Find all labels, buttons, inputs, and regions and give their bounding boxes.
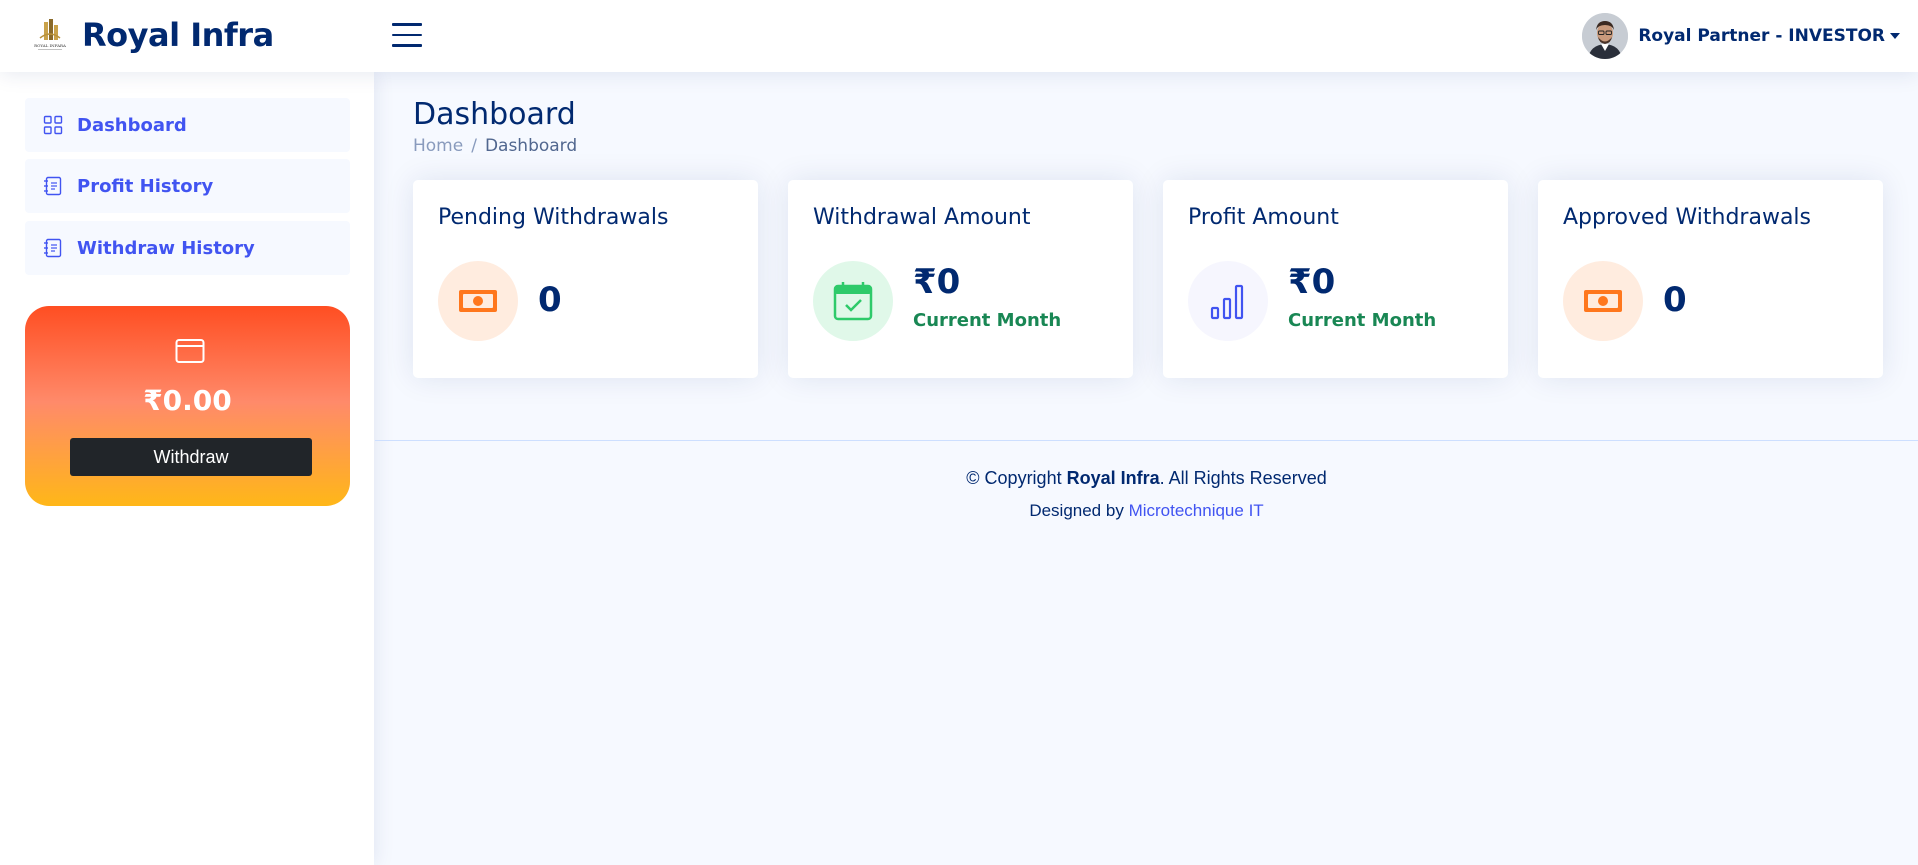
card-approved-withdrawals: Approved Withdrawals 0 (1538, 180, 1883, 378)
copyright-prefix: © Copyright (966, 468, 1062, 488)
card-value: ₹0 (1288, 262, 1336, 302)
journal-text-icon (44, 238, 62, 258)
cash-icon (1563, 261, 1643, 341)
credits-label: Designed by (1029, 501, 1124, 520)
breadcrumb: Home / Dashboard (413, 136, 577, 156)
card-value: 0 (538, 280, 562, 320)
grid-icon (43, 115, 63, 135)
avatar (1582, 13, 1629, 59)
card-subtitle: Current Month (913, 310, 1062, 331)
sidebar-item-profit-history[interactable]: Profit History (25, 159, 350, 213)
breadcrumb-current: Dashboard (484, 136, 578, 156)
card-title: Withdrawal Amount (813, 205, 1031, 230)
card-pending-withdrawals: Pending Withdrawals 0 (413, 180, 758, 378)
sidebar-item-dashboard[interactable]: Dashboard (25, 98, 350, 152)
card-title: Pending Withdrawals (438, 205, 669, 230)
wallet-balance: ₹0.00 (143, 384, 232, 417)
wallet-icon (175, 339, 205, 363)
credits: Designed by Microtechnique IT (375, 501, 1918, 521)
brand-logo[interactable]: ROYAL INFARA Royal Infra (30, 16, 274, 54)
menu-toggle-icon[interactable] (392, 23, 422, 49)
card-value: ₹0 (913, 262, 961, 302)
journal-text-icon (44, 176, 62, 196)
card-title: Approved Withdrawals (1563, 205, 1812, 230)
wallet-card: ₹0.00 Withdraw (25, 306, 350, 506)
breadcrumb-separator: / (471, 136, 477, 156)
copyright: © Copyright Royal Infra. All Rights Rese… (375, 468, 1918, 489)
bar-chart-icon (1188, 261, 1268, 341)
chevron-down-icon (1890, 33, 1900, 39)
calendar-check-icon (813, 261, 893, 341)
logo-image: ROYAL INFARA (34, 19, 66, 50)
copyright-suffix: . All Rights Reserved (1159, 468, 1327, 488)
card-subtitle: Current Month (1288, 310, 1437, 331)
card-withdrawal-amount: Withdrawal Amount ₹0 Current Month (788, 180, 1133, 378)
footer-divider (375, 440, 1918, 441)
page-title: Dashboard (413, 97, 576, 132)
cash-icon (438, 261, 518, 341)
card-profit-amount: Profit Amount ₹0 Current Month (1163, 180, 1508, 378)
profile-name: Royal Partner - INVESTOR (1638, 26, 1885, 46)
sidebar: Dashboard Profit History Withdraw Histor… (0, 72, 374, 865)
profile-dropdown[interactable]: Royal Partner - INVESTOR (1582, 13, 1900, 59)
card-title: Profit Amount (1188, 205, 1339, 230)
brand-name: Royal Infra (82, 16, 274, 54)
card-value: 0 (1663, 280, 1687, 320)
copyright-brand: Royal Infra (1066, 468, 1160, 488)
withdraw-button[interactable]: Withdraw (70, 438, 312, 476)
sidebar-item-label: Withdraw History (77, 237, 255, 259)
logo-caption: ROYAL INFARA (34, 43, 66, 48)
top-header: ROYAL INFARA Royal Infra Royal Partner -… (0, 0, 1918, 72)
sidebar-item-label: Profit History (77, 175, 214, 197)
sidebar-item-withdraw-history[interactable]: Withdraw History (25, 221, 350, 275)
breadcrumb-home[interactable]: Home (413, 136, 463, 156)
designer-link[interactable]: Microtechnique IT (1129, 501, 1264, 520)
sidebar-item-label: Dashboard (77, 114, 187, 136)
